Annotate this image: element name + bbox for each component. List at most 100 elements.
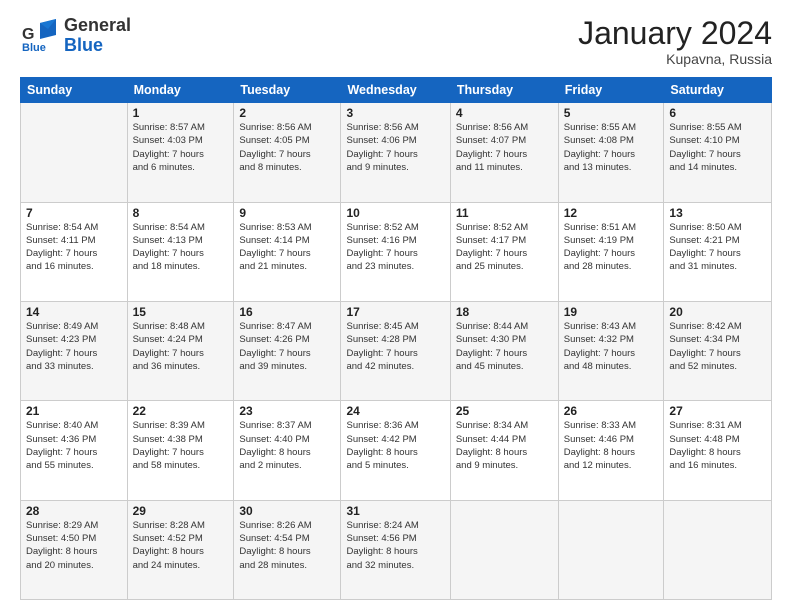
day-number: 5 <box>564 106 659 120</box>
day-number: 29 <box>133 504 229 518</box>
day-number: 12 <box>564 206 659 220</box>
page-header: G Blue General Blue January 2024 Kupavna… <box>20 16 772 67</box>
day-info: Sunrise: 8:56 AM Sunset: 4:07 PM Dayligh… <box>456 121 553 174</box>
day-number: 3 <box>346 106 444 120</box>
calendar-cell <box>450 500 558 599</box>
day-number: 26 <box>564 404 659 418</box>
calendar-cell: 12Sunrise: 8:51 AM Sunset: 4:19 PM Dayli… <box>558 202 664 301</box>
generalblue-logo-icon: G Blue <box>20 17 58 55</box>
day-info: Sunrise: 8:53 AM Sunset: 4:14 PM Dayligh… <box>239 221 335 274</box>
day-info: Sunrise: 8:39 AM Sunset: 4:38 PM Dayligh… <box>133 419 229 472</box>
calendar-cell: 20Sunrise: 8:42 AM Sunset: 4:34 PM Dayli… <box>664 301 772 400</box>
logo: G Blue General Blue <box>20 16 131 56</box>
calendar-cell: 15Sunrise: 8:48 AM Sunset: 4:24 PM Dayli… <box>127 301 234 400</box>
calendar-cell: 27Sunrise: 8:31 AM Sunset: 4:48 PM Dayli… <box>664 401 772 500</box>
weekday-header-wednesday: Wednesday <box>341 78 450 103</box>
calendar-cell: 6Sunrise: 8:55 AM Sunset: 4:10 PM Daylig… <box>664 103 772 202</box>
day-number: 10 <box>346 206 444 220</box>
day-number: 20 <box>669 305 766 319</box>
day-number: 15 <box>133 305 229 319</box>
weekday-header-saturday: Saturday <box>664 78 772 103</box>
svg-text:G: G <box>22 26 34 43</box>
calendar-cell: 30Sunrise: 8:26 AM Sunset: 4:54 PM Dayli… <box>234 500 341 599</box>
weekday-header-row: SundayMondayTuesdayWednesdayThursdayFrid… <box>21 78 772 103</box>
day-info: Sunrise: 8:26 AM Sunset: 4:54 PM Dayligh… <box>239 519 335 572</box>
calendar-cell: 22Sunrise: 8:39 AM Sunset: 4:38 PM Dayli… <box>127 401 234 500</box>
day-number: 14 <box>26 305 122 319</box>
day-number: 2 <box>239 106 335 120</box>
day-info: Sunrise: 8:34 AM Sunset: 4:44 PM Dayligh… <box>456 419 553 472</box>
day-info: Sunrise: 8:31 AM Sunset: 4:48 PM Dayligh… <box>669 419 766 472</box>
day-number: 17 <box>346 305 444 319</box>
calendar-cell: 13Sunrise: 8:50 AM Sunset: 4:21 PM Dayli… <box>664 202 772 301</box>
day-info: Sunrise: 8:28 AM Sunset: 4:52 PM Dayligh… <box>133 519 229 572</box>
calendar-week-row: 1Sunrise: 8:57 AM Sunset: 4:03 PM Daylig… <box>21 103 772 202</box>
day-info: Sunrise: 8:48 AM Sunset: 4:24 PM Dayligh… <box>133 320 229 373</box>
day-info: Sunrise: 8:56 AM Sunset: 4:06 PM Dayligh… <box>346 121 444 174</box>
day-info: Sunrise: 8:56 AM Sunset: 4:05 PM Dayligh… <box>239 121 335 174</box>
day-number: 8 <box>133 206 229 220</box>
day-number: 4 <box>456 106 553 120</box>
calendar-cell: 3Sunrise: 8:56 AM Sunset: 4:06 PM Daylig… <box>341 103 450 202</box>
day-info: Sunrise: 8:45 AM Sunset: 4:28 PM Dayligh… <box>346 320 444 373</box>
day-info: Sunrise: 8:55 AM Sunset: 4:10 PM Dayligh… <box>669 121 766 174</box>
calendar-cell: 9Sunrise: 8:53 AM Sunset: 4:14 PM Daylig… <box>234 202 341 301</box>
calendar-cell: 29Sunrise: 8:28 AM Sunset: 4:52 PM Dayli… <box>127 500 234 599</box>
calendar-cell: 19Sunrise: 8:43 AM Sunset: 4:32 PM Dayli… <box>558 301 664 400</box>
day-number: 9 <box>239 206 335 220</box>
day-number: 7 <box>26 206 122 220</box>
calendar-week-row: 28Sunrise: 8:29 AM Sunset: 4:50 PM Dayli… <box>21 500 772 599</box>
calendar-cell: 24Sunrise: 8:36 AM Sunset: 4:42 PM Dayli… <box>341 401 450 500</box>
calendar-cell: 26Sunrise: 8:33 AM Sunset: 4:46 PM Dayli… <box>558 401 664 500</box>
day-info: Sunrise: 8:36 AM Sunset: 4:42 PM Dayligh… <box>346 419 444 472</box>
day-info: Sunrise: 8:49 AM Sunset: 4:23 PM Dayligh… <box>26 320 122 373</box>
calendar-cell: 2Sunrise: 8:56 AM Sunset: 4:05 PM Daylig… <box>234 103 341 202</box>
calendar-cell: 4Sunrise: 8:56 AM Sunset: 4:07 PM Daylig… <box>450 103 558 202</box>
weekday-header-thursday: Thursday <box>450 78 558 103</box>
svg-text:Blue: Blue <box>22 42 46 54</box>
day-info: Sunrise: 8:37 AM Sunset: 4:40 PM Dayligh… <box>239 419 335 472</box>
weekday-header-sunday: Sunday <box>21 78 128 103</box>
day-number: 27 <box>669 404 766 418</box>
day-number: 1 <box>133 106 229 120</box>
calendar-week-row: 21Sunrise: 8:40 AM Sunset: 4:36 PM Dayli… <box>21 401 772 500</box>
day-info: Sunrise: 8:52 AM Sunset: 4:16 PM Dayligh… <box>346 221 444 274</box>
day-number: 22 <box>133 404 229 418</box>
calendar-cell: 16Sunrise: 8:47 AM Sunset: 4:26 PM Dayli… <box>234 301 341 400</box>
day-number: 31 <box>346 504 444 518</box>
calendar-week-row: 7Sunrise: 8:54 AM Sunset: 4:11 PM Daylig… <box>21 202 772 301</box>
day-number: 19 <box>564 305 659 319</box>
day-info: Sunrise: 8:40 AM Sunset: 4:36 PM Dayligh… <box>26 419 122 472</box>
calendar-cell: 23Sunrise: 8:37 AM Sunset: 4:40 PM Dayli… <box>234 401 341 500</box>
calendar-cell: 1Sunrise: 8:57 AM Sunset: 4:03 PM Daylig… <box>127 103 234 202</box>
day-info: Sunrise: 8:47 AM Sunset: 4:26 PM Dayligh… <box>239 320 335 373</box>
day-number: 30 <box>239 504 335 518</box>
day-number: 18 <box>456 305 553 319</box>
day-info: Sunrise: 8:24 AM Sunset: 4:56 PM Dayligh… <box>346 519 444 572</box>
calendar-cell: 21Sunrise: 8:40 AM Sunset: 4:36 PM Dayli… <box>21 401 128 500</box>
calendar-cell: 25Sunrise: 8:34 AM Sunset: 4:44 PM Dayli… <box>450 401 558 500</box>
weekday-header-monday: Monday <box>127 78 234 103</box>
calendar-table: SundayMondayTuesdayWednesdayThursdayFrid… <box>20 77 772 600</box>
month-title: January 2024 <box>578 16 772 51</box>
calendar-cell <box>21 103 128 202</box>
day-info: Sunrise: 8:44 AM Sunset: 4:30 PM Dayligh… <box>456 320 553 373</box>
weekday-header-tuesday: Tuesday <box>234 78 341 103</box>
day-info: Sunrise: 8:52 AM Sunset: 4:17 PM Dayligh… <box>456 221 553 274</box>
calendar-cell: 7Sunrise: 8:54 AM Sunset: 4:11 PM Daylig… <box>21 202 128 301</box>
day-info: Sunrise: 8:43 AM Sunset: 4:32 PM Dayligh… <box>564 320 659 373</box>
calendar-cell: 8Sunrise: 8:54 AM Sunset: 4:13 PM Daylig… <box>127 202 234 301</box>
day-info: Sunrise: 8:29 AM Sunset: 4:50 PM Dayligh… <box>26 519 122 572</box>
title-block: January 2024 Kupavna, Russia <box>578 16 772 67</box>
day-number: 21 <box>26 404 122 418</box>
calendar-cell: 11Sunrise: 8:52 AM Sunset: 4:17 PM Dayli… <box>450 202 558 301</box>
day-info: Sunrise: 8:33 AM Sunset: 4:46 PM Dayligh… <box>564 419 659 472</box>
day-info: Sunrise: 8:57 AM Sunset: 4:03 PM Dayligh… <box>133 121 229 174</box>
day-number: 28 <box>26 504 122 518</box>
day-number: 16 <box>239 305 335 319</box>
day-number: 23 <box>239 404 335 418</box>
day-info: Sunrise: 8:54 AM Sunset: 4:11 PM Dayligh… <box>26 221 122 274</box>
logo-text: General Blue <box>64 16 131 56</box>
calendar-cell: 5Sunrise: 8:55 AM Sunset: 4:08 PM Daylig… <box>558 103 664 202</box>
calendar-cell: 10Sunrise: 8:52 AM Sunset: 4:16 PM Dayli… <box>341 202 450 301</box>
